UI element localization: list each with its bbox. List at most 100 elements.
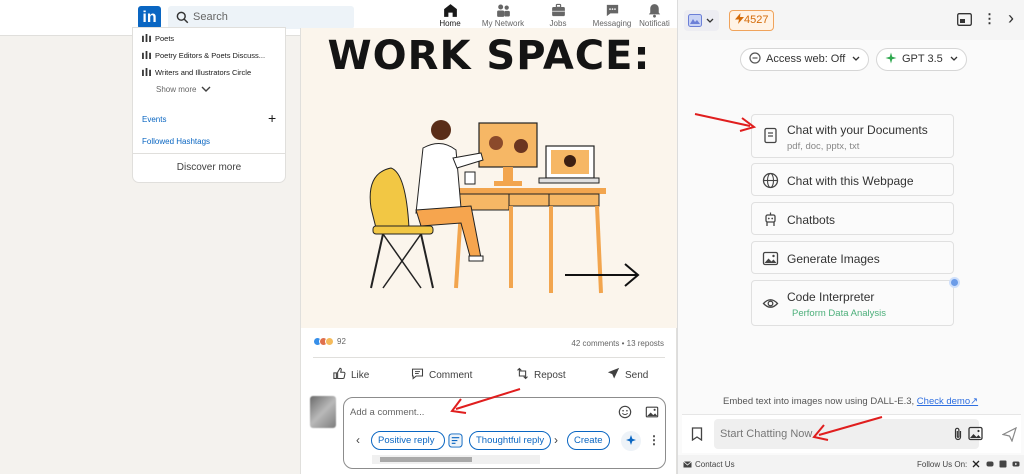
feature-chatbots[interactable]: Chatbots [751,202,954,235]
chevron-right-icon[interactable]: › [1008,8,1014,29]
group-label: Writers and Illustrators Circle [155,68,252,77]
chat-input[interactable] [714,419,979,449]
post-image[interactable]: WORK SPACE: [301,28,677,328]
feature-code-interpreter[interactable]: Code Interpreter Perform Data Analysis [751,280,954,326]
feature-chat-documents[interactable]: Chat with your Documents pdf, doc, pptx,… [751,114,954,158]
post-stats[interactable]: 42 comments • 13 reposts [571,339,664,348]
horizontal-scrollbar[interactable] [372,455,540,464]
nav-label: Home [439,19,461,28]
feed-post: WORK SPACE: 92 42 comments • 13 reposts … [300,28,677,474]
like-button[interactable]: Like [332,366,369,386]
discover-more-button[interactable]: Discover more [133,153,285,182]
ai-sparkle-button[interactable] [621,431,641,451]
linkedin-icon[interactable] [999,460,1007,468]
briefcase-icon [551,3,565,17]
comment-input[interactable]: Add a comment... [350,407,424,418]
photo-icon[interactable] [645,405,659,419]
events-link[interactable]: Events [142,115,166,124]
paperclip-icon[interactable] [953,427,963,441]
image-upload-icon[interactable] [968,426,983,441]
feature-subtitle: pdf, doc, pptx, txt [787,141,860,152]
chevron-down-icon [852,56,860,61]
more-menu-icon[interactable]: ⋮ [983,11,996,27]
suggestion-thoughtful-reply[interactable]: Thoughtful reply [469,431,551,450]
group-item-writers[interactable]: Writers and Illustrators Circle [142,68,251,77]
create-button[interactable]: Create [567,431,610,450]
feature-generate-images[interactable]: Generate Images [751,241,954,274]
model-label: GPT 3.5 [902,53,943,65]
follow-us: Follow Us On: [917,460,1020,469]
suggestion-positive-reply[interactable]: Positive reply [371,431,445,450]
send-button[interactable]: Send [606,366,648,386]
access-web-toggle[interactable]: Access web: Off [740,48,870,71]
access-web-label: Access web: Off [766,53,846,65]
suggest-icon[interactable] [448,433,463,448]
chevron-down-icon [950,56,958,61]
contact-us-link[interactable]: Contact Us [683,460,735,469]
search-icon [176,11,189,24]
discord-icon[interactable] [986,460,994,468]
emoji-icon[interactable] [618,405,632,419]
feature-title: Code Interpreter [787,290,875,304]
group-icon [142,51,151,59]
like-label: Like [351,370,370,381]
home-icon [443,4,457,17]
send-icon[interactable] [1002,427,1017,442]
x-twitter-icon[interactable] [972,460,980,468]
comment-icon [411,368,424,380]
comment-button[interactable]: Comment [410,366,472,386]
globe-icon [762,172,779,189]
model-selector[interactable]: GPT 3.5 [876,48,967,71]
search-input[interactable]: Search [193,11,228,23]
credits-value: 4527 [744,14,769,26]
check-demo-link[interactable]: Check demo↗ [917,396,978,407]
openai-icon [885,52,897,64]
feature-title: Generate Images [787,252,880,266]
credits-badge[interactable]: 4527 [729,10,775,31]
show-more-button[interactable]: Show more [156,85,211,94]
image-icon [762,251,779,266]
nav-label: Jobs [549,19,567,28]
divider [313,357,665,358]
show-more-label: Show more [156,85,197,94]
repost-label: Repost [534,370,566,381]
user-avatar[interactable] [310,396,336,428]
group-icon [142,34,151,42]
thumbs-up-icon [333,367,346,380]
send-label: Send [625,370,649,381]
feature-chat-webpage[interactable]: Chat with this Webpage [751,163,954,196]
youtube-icon[interactable] [1012,460,1020,468]
feature-subtitle: Perform Data Analysis [792,308,886,319]
feature-title: Chatbots [787,213,836,227]
repost-icon [517,367,528,380]
lightning-icon [735,13,744,24]
nav-label: Notificati [639,19,670,28]
chevron-left-icon[interactable]: ‹ [356,433,360,447]
screen-capture-icon[interactable] [957,13,972,26]
next-arrow-icon[interactable] [563,260,643,290]
send-icon [607,367,620,379]
group-item-poetry-editors[interactable]: Poetry Editors & Poets Discuss... [142,51,265,60]
followed-hashtags-link[interactable]: Followed Hashtags [142,137,210,146]
panel-header: 4527 ⋮ › [678,0,1024,40]
app-switcher-button[interactable] [684,10,719,31]
network-icon [496,4,510,17]
bookmark-icon[interactable] [691,427,703,441]
group-item-poets[interactable]: Poets [142,34,174,43]
nav-label: My Network [481,19,525,28]
eye-icon [762,299,779,308]
contact-label: Contact Us [695,460,735,469]
linkedin-logo[interactable]: in [138,6,161,29]
chevron-right-icon[interactable]: › [554,433,558,447]
repost-button[interactable]: Repost [515,366,566,386]
chat-composer [682,414,1021,453]
groups-card: Poets Poetry Editors & Poets Discuss... … [133,28,285,182]
comment-box[interactable]: Add a comment... ‹ Positive reply Though… [343,397,666,469]
more-options-icon[interactable]: ⋮ [648,433,660,447]
tip-text: Embed text into images now using DALL-E.… [723,396,915,407]
search-box[interactable]: Search [168,6,354,29]
reaction-summary[interactable]: 92 [313,337,346,351]
add-event-plus-icon[interactable]: + [268,110,276,126]
scrollbar-thumb[interactable] [380,457,472,462]
notification-dot [951,279,958,286]
